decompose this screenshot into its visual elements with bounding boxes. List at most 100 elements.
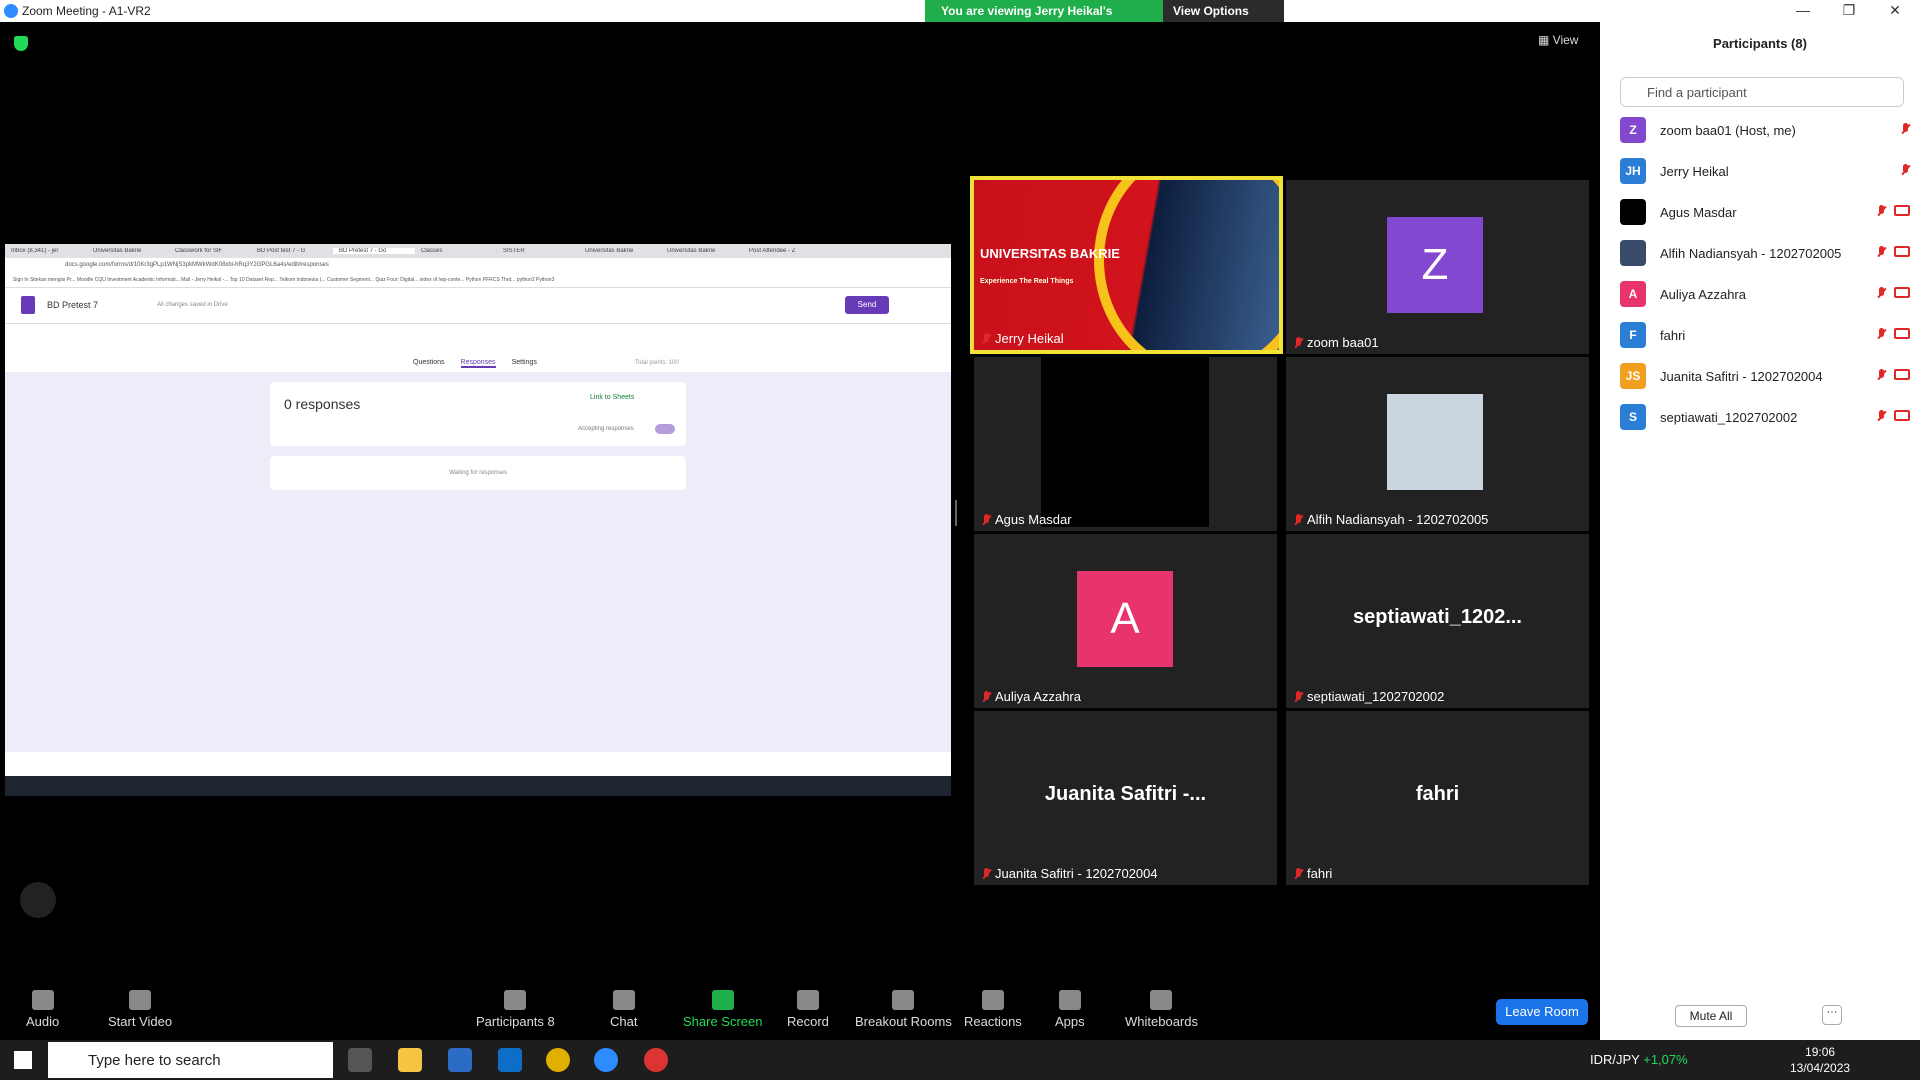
browser-tab[interactable]: BD Post test 7 - G bbox=[251, 248, 333, 254]
start-video-button[interactable]: Start Video bbox=[108, 990, 172, 1029]
browser-tab[interactable]: Universitas Bakrie bbox=[661, 248, 743, 254]
muted-mic-icon[interactable] bbox=[1877, 287, 1886, 299]
video-tile-alfih[interactable]: Alfih Nadiansyah - 1202702005 bbox=[1286, 357, 1589, 531]
video-off-icon[interactable] bbox=[1894, 205, 1910, 216]
chrome-alt-icon[interactable] bbox=[644, 1048, 668, 1072]
video-off-icon[interactable] bbox=[1894, 369, 1910, 380]
participant-row[interactable]: Agus Masdar bbox=[1620, 197, 1910, 227]
view-banner: You are viewing Jerry Heikal's screen Vi… bbox=[925, 0, 1284, 40]
avatar: A bbox=[1620, 281, 1646, 307]
video-tile-fahri[interactable]: fahri fahri bbox=[1286, 711, 1589, 885]
muted-mic-icon[interactable] bbox=[1877, 369, 1886, 381]
split-divider[interactable] bbox=[955, 500, 957, 526]
muted-mic-icon[interactable] bbox=[1901, 164, 1910, 176]
participant-row[interactable]: Alfih Nadiansyah - 1202702005 bbox=[1620, 238, 1910, 268]
browser-tab-active[interactable]: BD Pretest 7 - Go bbox=[333, 248, 415, 254]
clock[interactable]: 19:06 13/04/2023 bbox=[1790, 1044, 1850, 1076]
windows-start-icon[interactable] bbox=[14, 1051, 32, 1069]
muted-mic-icon[interactable] bbox=[1877, 410, 1886, 422]
video-tile-auliya[interactable]: A Auliya Azzahra bbox=[974, 534, 1277, 708]
video-tile-agus[interactable]: Agus Masdar bbox=[974, 357, 1277, 531]
more-options-button[interactable]: ··· bbox=[1822, 1005, 1842, 1025]
close-icon[interactable]: ✕ bbox=[1872, 0, 1918, 22]
ticker-label: IDR/JPY bbox=[1590, 1052, 1640, 1067]
view-label: View bbox=[1552, 33, 1579, 47]
browser-tab[interactable]: Classes bbox=[415, 248, 497, 254]
mail-icon[interactable] bbox=[498, 1048, 522, 1072]
browser-tab[interactable]: SISTER bbox=[497, 248, 579, 254]
annotate-pencil-icon[interactable] bbox=[20, 882, 56, 918]
avatar-photo bbox=[1387, 394, 1483, 490]
participant-row[interactable]: A Auliya Azzahra bbox=[1620, 279, 1910, 309]
form-title[interactable]: BD Pretest 7 bbox=[47, 300, 98, 310]
tab-questions[interactable]: Questions bbox=[413, 359, 445, 368]
view-options-button[interactable]: View Options bbox=[1163, 0, 1284, 22]
muted-mic-icon bbox=[1294, 690, 1303, 703]
restore-icon[interactable]: ❐ bbox=[1826, 0, 1872, 22]
task-view-icon[interactable] bbox=[348, 1048, 372, 1072]
apps-button[interactable]: Apps bbox=[1055, 990, 1085, 1029]
currency-ticker[interactable]: IDR/JPY +1,07% bbox=[1590, 1052, 1688, 1067]
participant-row[interactable]: JH Jerry Heikal bbox=[1620, 156, 1910, 186]
participant-search-input[interactable]: Find a participant bbox=[1620, 77, 1904, 107]
video-tile-juanita[interactable]: Juanita Safitri -... Juanita Safitri - 1… bbox=[974, 711, 1277, 885]
zoom-icon[interactable] bbox=[594, 1048, 618, 1072]
video-off-icon[interactable] bbox=[1894, 246, 1910, 257]
participant-row[interactable]: Sseptiawati_1202702002 bbox=[1620, 402, 1910, 432]
browser-tab[interactable]: Classwork for SIF bbox=[169, 248, 251, 254]
forms-icon bbox=[21, 296, 35, 314]
reactions-button[interactable]: Reactions bbox=[964, 990, 1022, 1029]
avatar: F bbox=[1620, 322, 1646, 348]
participant-name: Agus Masdar bbox=[1660, 204, 1737, 220]
participant-row[interactable]: Zzoom baa01 (Host, me) bbox=[1620, 115, 1910, 145]
banner-arc bbox=[1094, 180, 1279, 350]
address-bar[interactable]: docs.google.com/forms/d/10Kr3gPLp1WNjS3p… bbox=[5, 258, 951, 274]
browser-tab[interactable]: Inbox (8,341) - jer bbox=[5, 248, 87, 254]
participants-button[interactable]: Participants 8 bbox=[476, 990, 555, 1029]
accepting-toggle[interactable] bbox=[655, 424, 675, 434]
muted-mic-icon[interactable] bbox=[1877, 246, 1886, 258]
tab-responses[interactable]: Responses bbox=[460, 359, 496, 368]
share-icon bbox=[711, 990, 734, 1010]
view-button[interactable]: ▦ View bbox=[1538, 33, 1578, 47]
video-off-icon[interactable] bbox=[1894, 328, 1910, 339]
taskbar-search-input[interactable]: Type here to search bbox=[48, 1042, 333, 1078]
share-screen-button[interactable]: Share Screen bbox=[683, 990, 763, 1029]
browser-tab[interactable]: Universitas Bakrie bbox=[87, 248, 169, 254]
record-button[interactable]: Record bbox=[787, 990, 829, 1029]
participant-row[interactable]: JS Juanita Safitri - 1202702004 bbox=[1620, 361, 1910, 391]
store-icon[interactable] bbox=[448, 1048, 472, 1072]
video-tile-septiawati[interactable]: septiawati_1202... septiawati_1202702002 bbox=[1286, 534, 1589, 708]
muted-mic-icon bbox=[982, 332, 991, 345]
minimize-icon[interactable]: — bbox=[1780, 0, 1826, 22]
browser-tab[interactable]: Universitas Bakrie bbox=[579, 248, 661, 254]
tile-name: septiawati_1202702002 bbox=[1294, 689, 1444, 704]
send-button[interactable]: Send bbox=[845, 296, 889, 314]
shield-icon[interactable] bbox=[14, 36, 28, 51]
link-to-sheets-button[interactable]: Link to Sheets bbox=[590, 394, 634, 401]
video-tile-zoom-baa01[interactable]: Z zoom baa01 bbox=[1286, 180, 1589, 354]
video-off-icon[interactable] bbox=[1894, 410, 1910, 421]
video-tile-jerry[interactable]: UNIVERSITAS BAKRIE Experience The Real T… bbox=[970, 176, 1283, 354]
clock-time: 19:06 bbox=[1805, 1045, 1836, 1059]
chat-button[interactable]: Chat bbox=[610, 990, 637, 1029]
whiteboards-button[interactable]: Whiteboards bbox=[1125, 990, 1198, 1029]
tab-settings[interactable]: Settings bbox=[512, 359, 537, 368]
muted-mic-icon[interactable] bbox=[1877, 328, 1886, 340]
chrome-icon[interactable] bbox=[546, 1048, 570, 1072]
file-explorer-icon[interactable] bbox=[398, 1048, 422, 1072]
mute-all-button[interactable]: Mute All bbox=[1675, 1005, 1747, 1027]
browser-tab[interactable]: Post Attendee - Z bbox=[743, 248, 825, 254]
video-off-icon[interactable] bbox=[1894, 287, 1910, 298]
muted-mic-icon[interactable] bbox=[1901, 123, 1910, 135]
participants-panel: Participants (8) Find a participant Zzoo… bbox=[1600, 22, 1920, 1040]
panel-title: Participants (8) bbox=[1713, 36, 1807, 51]
bookmarks-bar[interactable]: Sign In Sitekan mengisi Pr... Moodle CQU… bbox=[5, 274, 951, 288]
participant-name: septiawati_1202702002 bbox=[1660, 409, 1798, 425]
breakout-rooms-button[interactable]: Breakout Rooms bbox=[855, 990, 952, 1029]
audio-button[interactable]: Audio bbox=[26, 990, 59, 1029]
muted-mic-icon[interactable] bbox=[1877, 205, 1886, 217]
leave-room-button[interactable]: Leave Room bbox=[1496, 999, 1588, 1025]
participant-row[interactable]: Ffahri bbox=[1620, 320, 1910, 350]
participants-count: 8 bbox=[547, 1014, 555, 1029]
